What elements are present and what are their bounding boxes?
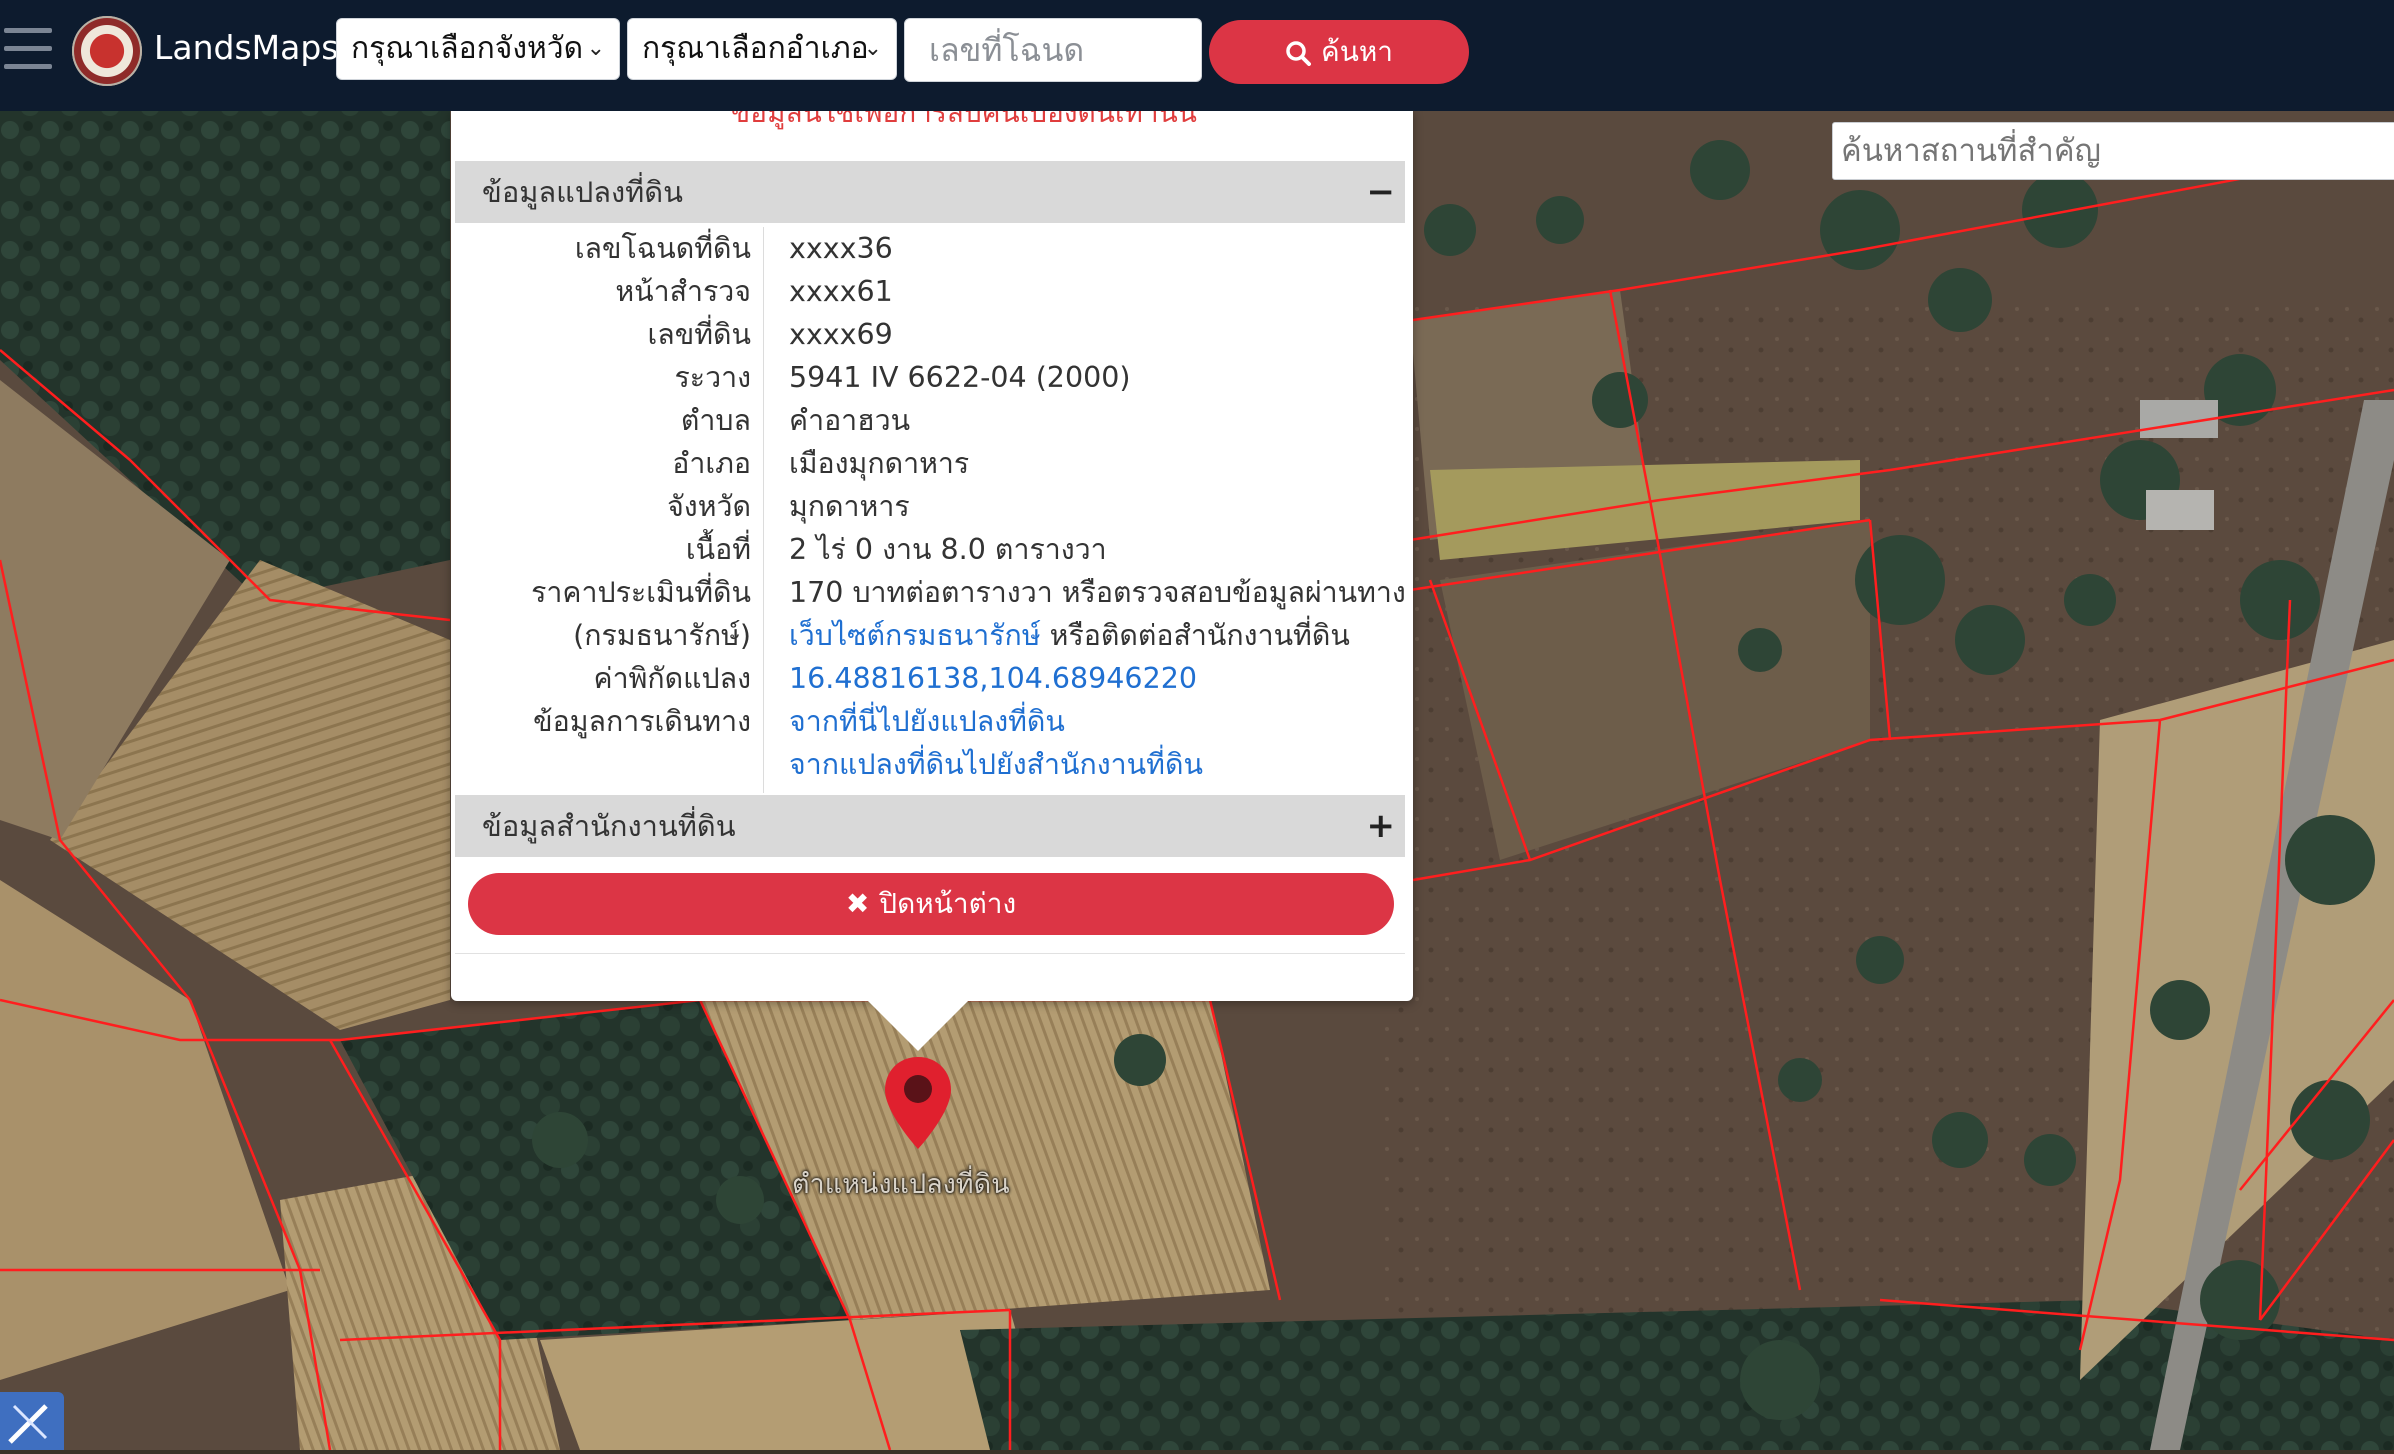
menu-icon[interactable] [4, 28, 52, 72]
info-value-suffix: หรือติดต่อสำนักงานที่ดิน [1040, 619, 1350, 652]
info-label: เลขโฉนดที่ดิน [574, 232, 751, 265]
info-value: มุกดาหาร [789, 490, 910, 523]
search-button[interactable]: ค้นหา [1209, 20, 1469, 84]
close-window-button[interactable]: ✖ ปิดหน้าต่าง [468, 873, 1394, 935]
app-brand: LandsMaps [154, 28, 339, 67]
info-label: เลขที่ดิน [647, 318, 751, 351]
info-row-appraised-price: ราคาประเมินที่ดิน 170 บาทต่อตารางวา หรือ… [455, 571, 1406, 614]
info-row-province: จังหวัด มุกดาหาร [455, 485, 1405, 528]
close-icon: ✖ [845, 887, 870, 920]
landmark-search-input[interactable] [1832, 122, 2394, 180]
department-of-lands-logo [72, 16, 142, 86]
info-row-area: เนื้อที่ 2 ไร่ 0 งาน 8.0 ตารางวา [455, 528, 1405, 571]
search-button-label: ค้นหา [1320, 35, 1394, 68]
info-value: 170 บาทต่อตารางวา หรือตรวจสอบข้อมูลผ่านท… [789, 576, 1406, 609]
info-label: ข้อมูลการเดินทาง [533, 705, 751, 738]
popup-divider [455, 953, 1405, 954]
info-row-directions-office: จากแปลงที่ดินไปยังสำนักงานที่ดิน [455, 743, 1405, 786]
measure-tool-button[interactable] [0, 1392, 64, 1450]
info-value: คำอาฮวน [789, 404, 911, 437]
info-value-with-link: เว็บไซต์กรมธนารักษ์ หรือติดต่อสำนักงานที… [789, 614, 1350, 657]
close-window-label: ปิดหน้าต่าง [879, 887, 1017, 920]
top-navigation-bar: LandsMaps กรุณาเลือกจังหวัด ⌄ กรุณาเลือก… [0, 0, 2394, 111]
info-row-deed-number: เลขโฉนดที่ดิน xxxx36 [455, 227, 1405, 270]
province-select-value: กรุณาเลือกจังหวัด [351, 31, 584, 66]
info-value: xxxx61 [789, 275, 893, 308]
info-row-coordinates: ค่าพิกัดแปลง 16.48816138,104.68946220 [455, 657, 1405, 700]
popup-pointer-arrow [866, 999, 970, 1051]
info-row-survey-page: หน้าสำรวจ xxxx61 [455, 270, 1405, 313]
info-value: 2 ไร่ 0 งาน 8.0 ตารางวา [789, 533, 1107, 566]
chevron-down-icon: ⌄ [863, 36, 882, 61]
map-building-2 [2146, 490, 2214, 530]
info-row-subdistrict: ตำบล คำอาฮวน [455, 399, 1405, 442]
info-label: เนื้อที่ [685, 533, 751, 566]
land-office-section-title: ข้อมูลสำนักงานที่ดิน [482, 809, 736, 843]
info-value: xxxx36 [789, 232, 893, 265]
info-value: เมืองมุกดาหาร [789, 447, 970, 480]
info-label: อำเภอ [672, 447, 751, 480]
district-select[interactable]: กรุณาเลือกอำเภอ ⌄ [627, 18, 897, 80]
parcel-info-table: เลขโฉนดที่ดิน xxxx36 หน้าสำรวจ xxxx61 เล… [455, 227, 1406, 801]
expand-icon[interactable]: + [1367, 795, 1396, 857]
info-row-map-sheet: ระวาง 5941 IV 6622-04 (2000) [455, 356, 1405, 399]
search-icon [1286, 41, 1311, 66]
land-office-section-header[interactable]: ข้อมูลสำนักงานที่ดิน + [455, 795, 1405, 857]
coordinates-link[interactable]: 16.48816138,104.68946220 [789, 657, 1197, 700]
ruler-pencil-icon [8, 1404, 48, 1444]
info-row-district: อำเภอ เมืองมุกดาหาร [455, 442, 1405, 485]
info-label: ตำบล [680, 404, 751, 437]
location-pin-icon[interactable] [882, 1055, 954, 1151]
parcel-info-popup: ข้อมูลนี้ใช้เพื่อการสืบค้นเบื้องต้นเท่าน… [451, 96, 1413, 1051]
info-row-treasury: (กรมธนารักษ์) เว็บไซต์กรมธนารักษ์ หรือติ… [455, 614, 1405, 657]
info-label: ระวาง [674, 361, 751, 394]
info-value: 5941 IV 6622-04 (2000) [789, 361, 1131, 394]
district-select-value: กรุณาเลือกอำเภอ [642, 31, 869, 66]
pin-label: ตำแหน่งแปลงที่ดิน [792, 1169, 1010, 1200]
info-label: จังหวัด [667, 490, 751, 523]
directions-to-parcel-link[interactable]: จากที่นี่ไปยังแปลงที่ดิน [789, 700, 1065, 743]
info-value: xxxx69 [789, 318, 893, 351]
info-label: (กรมธนารักษ์) [573, 619, 751, 652]
chevron-down-icon: ⌄ [586, 36, 605, 61]
province-select[interactable]: กรุณาเลือกจังหวัด ⌄ [336, 18, 620, 80]
info-label: ราคาประเมินที่ดิน [531, 576, 751, 609]
info-row-land-number: เลขที่ดิน xxxx69 [455, 313, 1405, 356]
directions-to-office-link[interactable]: จากแปลงที่ดินไปยังสำนักงานที่ดิน [789, 743, 1203, 786]
parcel-info-section-header[interactable]: ข้อมูลแปลงที่ดิน − [455, 161, 1405, 223]
info-label: หน้าสำรวจ [615, 275, 751, 308]
info-label: ค่าพิกัดแปลง [593, 662, 751, 695]
parcel-info-section-title: ข้อมูลแปลงที่ดิน [482, 175, 683, 209]
deed-number-input[interactable] [904, 18, 1202, 82]
info-row-directions: ข้อมูลการเดินทาง จากที่นี่ไปยังแปลงที่ดิ… [455, 700, 1405, 743]
collapse-icon[interactable]: − [1367, 161, 1396, 223]
treasury-website-link[interactable]: เว็บไซต์กรมธนารักษ์ [789, 619, 1041, 652]
